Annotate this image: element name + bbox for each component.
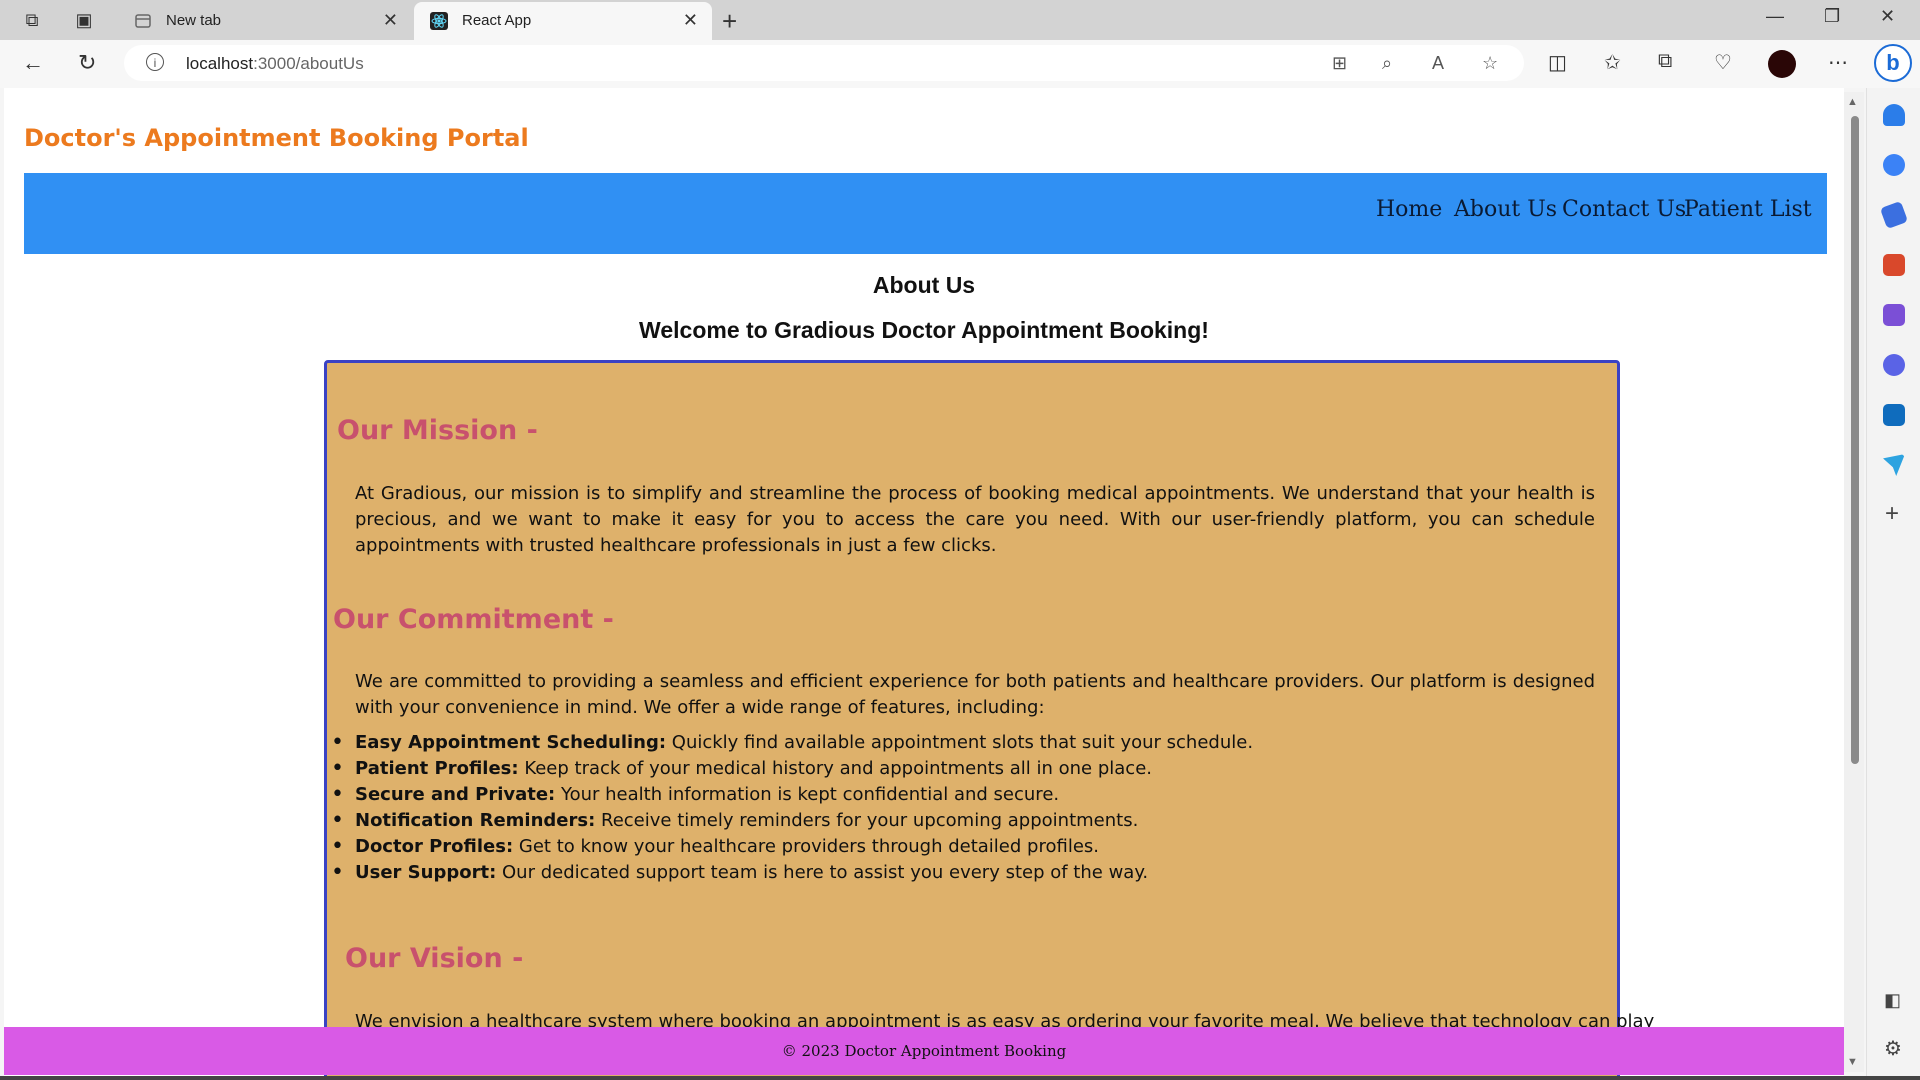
read-aloud-icon[interactable]: A bbox=[1432, 53, 1444, 74]
settings-gear-icon[interactable]: ⚙ bbox=[1884, 1036, 1902, 1061]
feature-desc: Your health information is kept confiden… bbox=[555, 784, 1060, 805]
nav-link-about-us[interactable]: About Us bbox=[1454, 197, 1557, 222]
shopping-tag-icon[interactable] bbox=[1879, 200, 1909, 230]
feature-name: Easy Appointment Scheduling: bbox=[355, 732, 667, 753]
address-toolbar: ← ↻ i localhost:3000/aboutUs ⊞ ⌕ A ☆ ◫ ✩… bbox=[0, 40, 1920, 88]
collections-icon[interactable]: ⧉ bbox=[1658, 50, 1672, 73]
drop-send-icon[interactable] bbox=[1883, 454, 1905, 476]
back-arrow-icon[interactable]: ← bbox=[22, 50, 44, 76]
microsoft-365-icon[interactable] bbox=[1883, 354, 1905, 376]
feature-desc: Quickly find available appointment slots… bbox=[666, 732, 1254, 753]
welcome-heading: Welcome to Gradious Doctor Appointment B… bbox=[639, 317, 1209, 343]
search-icon[interactable] bbox=[1883, 154, 1905, 176]
window-bottom-edge bbox=[0, 1076, 1920, 1080]
list-item: Notification Reminders: Receive timely r… bbox=[331, 808, 1595, 834]
url-text[interactable]: localhost:3000/aboutUs bbox=[186, 54, 364, 74]
feature-name: Notification Reminders: bbox=[355, 810, 596, 831]
list-item: Easy Appointment Scheduling: Quickly fin… bbox=[331, 730, 1595, 756]
copilot-icon[interactable]: b bbox=[1874, 44, 1912, 82]
tools-briefcase-icon[interactable] bbox=[1883, 254, 1905, 276]
tab-react-app[interactable]: React App ✕ bbox=[414, 2, 712, 40]
new-tab-page-icon bbox=[135, 14, 151, 28]
scroll-down-arrow-icon[interactable]: ▼ bbox=[1847, 1056, 1858, 1068]
new-tab-button[interactable]: + bbox=[722, 6, 737, 37]
nav-link-home[interactable]: Home bbox=[1376, 197, 1442, 222]
mission-title: Our Mission - bbox=[337, 415, 538, 446]
tab-title: New tab bbox=[166, 12, 222, 29]
page-viewport: Doctor's Appointment Booking Portal Home… bbox=[4, 88, 1844, 1080]
commitment-title: Our Commitment - bbox=[333, 604, 614, 635]
restore-button[interactable]: ❐ bbox=[1824, 6, 1840, 27]
workspaces-icon[interactable]: ⧉ bbox=[20, 8, 44, 32]
list-item: Patient Profiles: Keep track of your med… bbox=[331, 756, 1595, 782]
close-tab-icon[interactable]: ✕ bbox=[383, 10, 398, 31]
page-footer: © 2023 Doctor Appointment Booking bbox=[4, 1027, 1844, 1075]
tab-new-tab[interactable]: New tab ✕ bbox=[118, 2, 412, 40]
feature-desc: Keep track of your medical history and a… bbox=[518, 758, 1153, 779]
features-list: Easy Appointment Scheduling: Quickly fin… bbox=[331, 730, 1595, 886]
hide-sidebar-icon[interactable]: ◧ bbox=[1884, 990, 1901, 1011]
feature-name: Secure and Private: bbox=[355, 784, 556, 805]
notification-bell-icon[interactable] bbox=[1883, 104, 1905, 126]
app-available-icon[interactable]: ⊞ bbox=[1332, 53, 1347, 74]
zoom-icon[interactable]: ⌕ bbox=[1382, 53, 1392, 74]
vertical-tabs-icon[interactable]: ▣ bbox=[72, 8, 96, 32]
address-bar[interactable]: i localhost:3000/aboutUs ⊞ ⌕ A ☆ bbox=[124, 45, 1524, 81]
nav-link-patient-list[interactable]: Patient List bbox=[1684, 197, 1812, 222]
mission-text: At Gradious, our mission is to simplify … bbox=[355, 483, 1595, 556]
refresh-icon[interactable]: ↻ bbox=[78, 50, 96, 76]
close-window-button[interactable]: ✕ bbox=[1880, 6, 1895, 27]
react-logo-icon bbox=[430, 12, 448, 30]
main-navbar: Home About Us Contact Us Patient List bbox=[24, 173, 1827, 254]
site-info-icon[interactable]: i bbox=[146, 53, 164, 71]
nav-link-contact-us[interactable]: Contact Us bbox=[1562, 197, 1686, 222]
favorites-icon[interactable]: ✩ bbox=[1604, 50, 1621, 75]
edge-sidebar: + ◧ ⚙ bbox=[1866, 88, 1920, 1080]
scrollbar-thumb[interactable] bbox=[1851, 116, 1859, 764]
minimize-button[interactable]: — bbox=[1766, 6, 1784, 27]
add-sidebar-app-icon[interactable]: + bbox=[1885, 500, 1899, 528]
feature-name: Patient Profiles: bbox=[355, 758, 519, 779]
games-icon[interactable] bbox=[1883, 304, 1905, 326]
browser-essentials-icon[interactable]: ♡ bbox=[1714, 50, 1732, 75]
list-item: Doctor Profiles: Get to know your health… bbox=[331, 834, 1595, 860]
feature-name: Doctor Profiles: bbox=[355, 836, 514, 857]
split-screen-icon[interactable]: ◫ bbox=[1548, 50, 1567, 75]
feature-desc: Our dedicated support team is here to as… bbox=[496, 862, 1149, 883]
close-tab-icon[interactable]: ✕ bbox=[683, 10, 698, 31]
profile-avatar[interactable] bbox=[1768, 50, 1796, 78]
feature-desc: Get to know your healthcare providers th… bbox=[513, 836, 1099, 857]
outlook-icon[interactable] bbox=[1883, 404, 1905, 426]
tab-bar: ⧉ ▣ New tab ✕ React App ✕ + — ❐ ✕ bbox=[0, 0, 1920, 40]
about-content-card: Our Mission - At Gradious, our mission i… bbox=[324, 360, 1654, 1080]
scroll-up-arrow-icon[interactable]: ▲ bbox=[1847, 96, 1858, 108]
brand-title: Doctor's Appointment Booking Portal bbox=[24, 124, 529, 152]
favorite-star-icon[interactable]: ☆ bbox=[1482, 53, 1498, 74]
vision-title: Our Vision - bbox=[345, 943, 524, 974]
commitment-text: We are committed to providing a seamless… bbox=[355, 671, 1595, 718]
feature-name: User Support: bbox=[355, 862, 497, 883]
tab-title: React App bbox=[462, 12, 532, 29]
list-item: User Support: Our dedicated support team… bbox=[331, 860, 1595, 886]
page-title: About Us bbox=[872, 272, 976, 298]
feature-desc: Receive timely reminders for your upcomi… bbox=[595, 810, 1139, 831]
more-menu-icon[interactable]: ⋯ bbox=[1828, 50, 1848, 75]
list-item: Secure and Private: Your health informat… bbox=[331, 782, 1595, 808]
